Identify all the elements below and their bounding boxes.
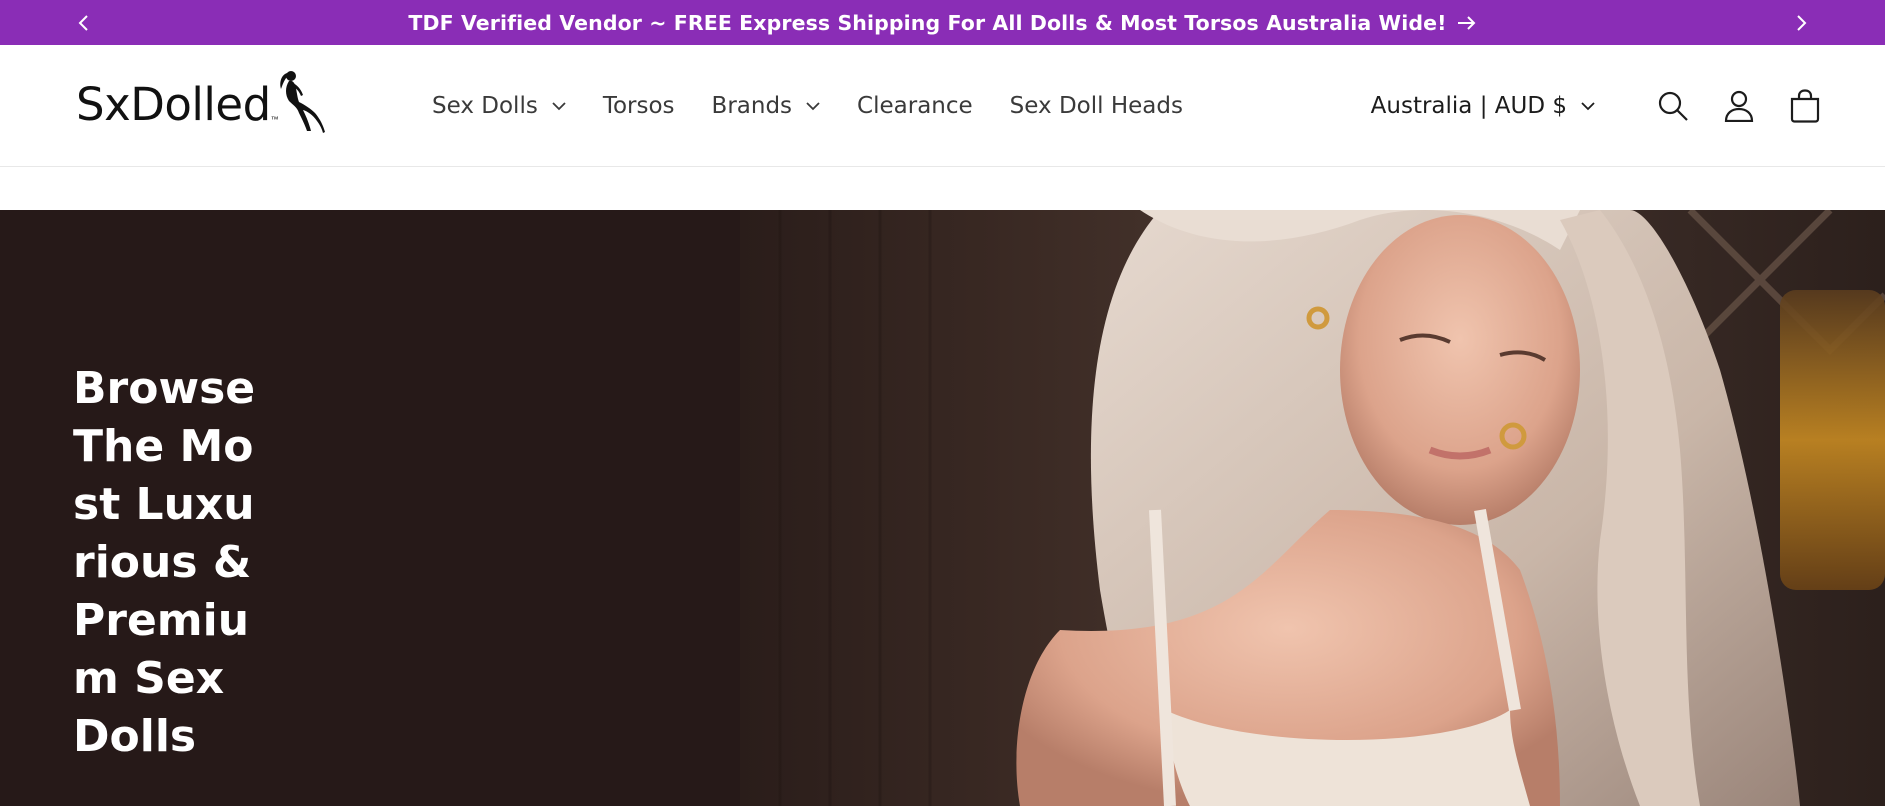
- nav-clearance[interactable]: Clearance: [857, 93, 973, 119]
- chevron-down-icon: [806, 101, 820, 110]
- account-button[interactable]: [1721, 88, 1757, 124]
- search-icon: [1658, 91, 1688, 121]
- chevron-down-icon: [552, 101, 566, 110]
- nav-label: Sex Dolls: [432, 93, 538, 119]
- hero-heading: Browse The Most Luxurious & Premium Sex …: [73, 363, 256, 762]
- cart-icon: [1790, 89, 1820, 123]
- header-spacer: [0, 167, 1885, 210]
- nav-label: Clearance: [857, 93, 973, 119]
- main-nav: Sex Dolls Torsos Brands Clearance Sex Do…: [432, 45, 1183, 167]
- nav-brands[interactable]: Brands: [712, 93, 821, 119]
- country-currency-selector[interactable]: Australia | AUD $: [1371, 93, 1595, 119]
- announcement-bar: TDF Verified Vendor ~ FREE Express Shipp…: [0, 0, 1885, 45]
- site-header: SxDolled ™ Sex Dolls Torsos Brands Clear…: [0, 45, 1885, 167]
- chevron-left-icon: [78, 14, 88, 31]
- nav-sex-doll-heads[interactable]: Sex Doll Heads: [1010, 93, 1183, 119]
- hero-image: [740, 210, 1885, 806]
- chevron-right-icon: [1797, 14, 1807, 31]
- chevron-down-icon: [1581, 101, 1595, 110]
- arrow-right-icon: [1457, 15, 1475, 30]
- account-icon: [1724, 90, 1754, 122]
- logo-silhouette-icon: [279, 71, 325, 133]
- announcement-next-button[interactable]: [1779, 0, 1823, 45]
- search-button[interactable]: [1655, 88, 1691, 124]
- announcement-prev-button[interactable]: [62, 0, 106, 45]
- site-logo[interactable]: SxDolled ™: [76, 70, 372, 138]
- hero-banner: Browse The Most Luxurious & Premium Sex …: [0, 210, 1885, 806]
- announcement-link[interactable]: TDF Verified Vendor ~ FREE Express Shipp…: [408, 11, 1476, 35]
- nav-label: Sex Doll Heads: [1009, 93, 1183, 119]
- nav-torsos[interactable]: Torsos: [603, 93, 675, 119]
- cart-button[interactable]: [1787, 88, 1823, 124]
- announcement-text: TDF Verified Vendor ~ FREE Express Shipp…: [408, 10, 1447, 35]
- nav-label: Brands: [711, 93, 793, 119]
- nav-label: Torsos: [602, 93, 675, 119]
- nav-sex-dolls[interactable]: Sex Dolls: [432, 93, 566, 119]
- logo-text: SxDolled: [76, 77, 271, 131]
- header-actions: Australia | AUD $: [1371, 45, 1823, 167]
- locale-label: Australia | AUD $: [1370, 93, 1567, 119]
